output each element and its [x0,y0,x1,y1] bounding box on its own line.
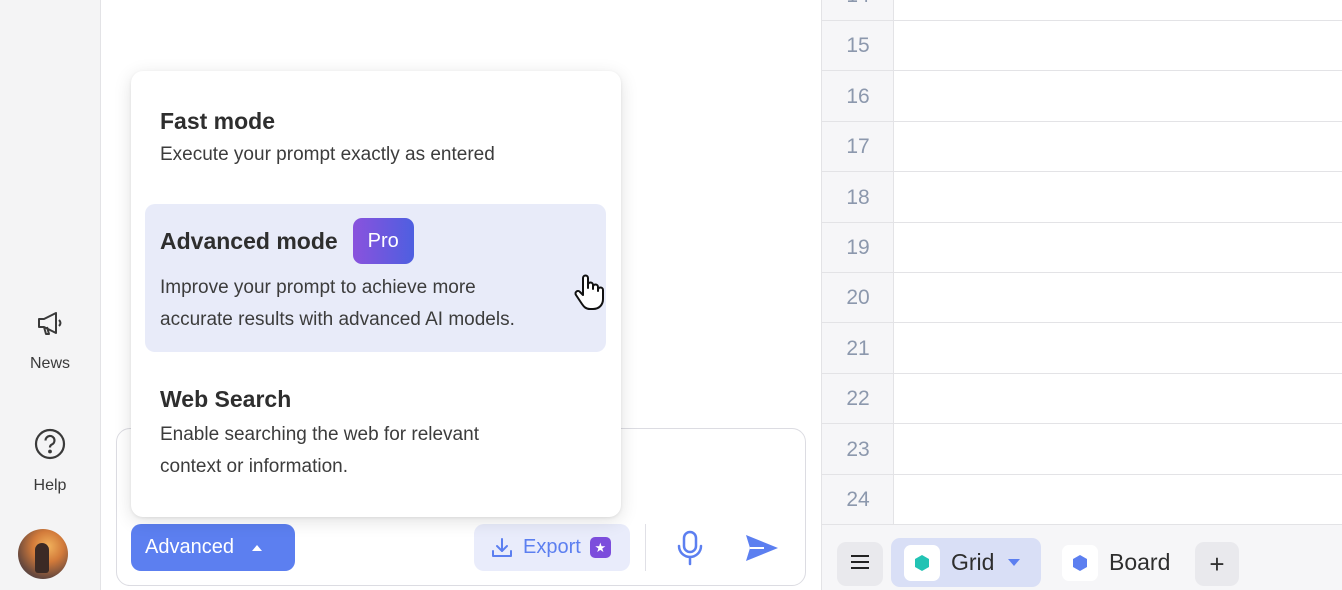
grid-row[interactable]: 16 [822,72,1342,122]
option-description-line: Improve your prompt to achieve more [160,277,476,298]
sidebar-item-help[interactable]: Help [0,428,100,495]
row-number: 22 [846,387,870,411]
option-description-line: accurate results with advanced AI models… [160,309,515,330]
spreadsheet-grid: 14 15 16 17 18 19 20 21 22 23 24 Grid Board + [821,0,1342,590]
option-description-line: Enable searching the web for relevant [160,424,479,445]
add-view-button[interactable]: + [1195,542,1239,586]
option-title: Advanced mode [160,227,338,254]
row-number: 16 [846,84,870,108]
row-number: 17 [846,135,870,159]
menu-option-fast-mode[interactable]: Fast mode Execute your prompt exactly as… [145,96,606,206]
menu-button[interactable] [837,542,883,586]
option-description-line: context or information. [160,456,348,477]
view-switcher-bar: Grid Board + [822,524,1342,590]
row-number: 15 [846,34,870,58]
option-title: Fast mode [160,108,276,134]
view-tab-grid[interactable]: Grid [891,538,1041,587]
grid-row[interactable]: 17 [822,122,1342,173]
grid-row[interactable]: 21 [822,324,1342,374]
export-button[interactable]: Export ★ [474,524,630,571]
grid-row[interactable]: 15 [822,21,1342,72]
grid-row[interactable]: 14 [822,0,1342,21]
grid-row[interactable]: 18 [822,173,1342,223]
mode-selector-label: Advanced [145,536,234,558]
grid-row[interactable]: 24 [822,475,1342,525]
premium-star-icon: ★ [589,537,611,558]
microphone-icon[interactable] [674,530,706,571]
megaphone-icon [35,308,65,343]
hamburger-icon [851,554,869,574]
mode-selector-button[interactable]: Advanced [131,524,295,571]
grid-row[interactable]: 19 [822,223,1342,273]
export-label: Export [523,536,581,558]
option-title: Web Search [160,386,292,412]
row-number: 18 [846,185,870,209]
menu-option-advanced-mode[interactable]: Advanced mode Pro Improve your prompt to… [145,204,606,352]
row-number: 19 [846,236,870,259]
view-tab-board[interactable]: Board [1062,538,1202,587]
left-sidebar: News Help [0,0,101,590]
sidebar-item-label: News [29,355,70,372]
option-description: Execute your prompt exactly as entered [160,144,495,165]
caret-up-icon [251,544,262,551]
toolbar-divider [645,524,646,571]
grid-view-icon [904,544,940,581]
hand-pointer-cursor-icon [574,272,606,317]
avatar[interactable] [18,529,68,579]
chevron-down-icon[interactable] [1008,559,1021,566]
row-number: 21 [846,336,870,360]
mode-dropdown-menu: Fast mode Execute your prompt exactly as… [131,71,621,517]
row-number: 20 [846,286,870,310]
download-icon [490,536,514,560]
send-icon[interactable] [744,532,780,569]
pro-badge: Pro [352,218,414,264]
board-view-icon [1062,544,1098,581]
view-tab-label: Board [1109,549,1171,575]
row-number: 23 [846,437,870,461]
help-icon [34,428,66,465]
row-number: 24 [846,488,870,511]
view-tab-label: Grid [951,549,995,575]
row-number: 14 [822,0,894,21]
grid-row[interactable]: 20 [822,273,1342,324]
grid-row[interactable]: 23 [822,425,1342,475]
sidebar-item-label: Help [33,477,67,494]
grid-row[interactable]: 22 [822,374,1342,425]
menu-option-web-search[interactable]: Web Search Enable searching the web for … [145,376,606,496]
sidebar-item-news[interactable]: News [0,308,100,373]
